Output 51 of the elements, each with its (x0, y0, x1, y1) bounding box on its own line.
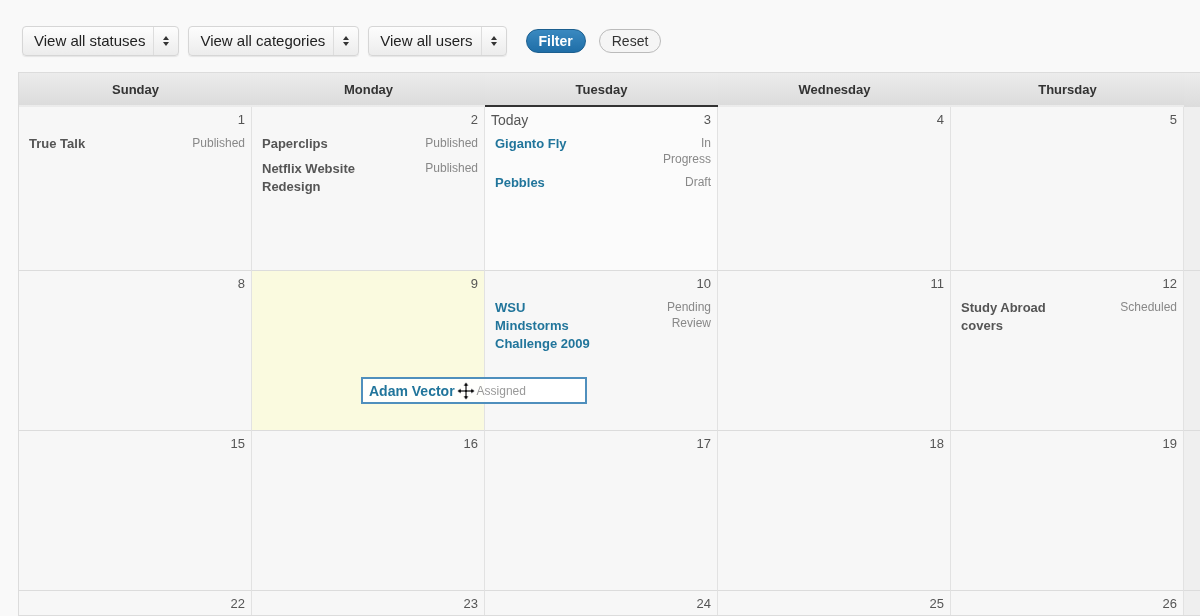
post-status: Published (425, 160, 478, 176)
filter-dropdown[interactable]: View all categories (188, 26, 360, 56)
post-status: In Progress (661, 135, 711, 167)
updown-arrows-icon (342, 35, 351, 47)
day-number: 8 (237, 276, 245, 292)
move-cursor-icon (455, 380, 476, 401)
reset-button[interactable]: Reset (598, 29, 662, 53)
post-title[interactable]: WSU Mindstorms Challenge 2009 (495, 299, 599, 353)
weekday-header: Tuesday (485, 73, 718, 107)
day-number: 16 (463, 436, 478, 452)
day-number: 19 (1162, 436, 1177, 452)
day-number: 25 (929, 596, 944, 612)
dragged-post[interactable]: Adam Vector Assigned (361, 377, 587, 404)
weekday-header (1184, 73, 1200, 107)
updown-arrows-icon (489, 35, 498, 47)
filter-button[interactable]: Filter (525, 29, 586, 53)
updown-arrows-icon (162, 35, 171, 47)
post-title[interactable]: Pebbles (495, 174, 545, 192)
day-number: 9 (470, 276, 478, 292)
day-number: 4 (936, 112, 944, 128)
day-number: 10 (696, 276, 711, 292)
post-title[interactable]: Study Abroad covers (961, 299, 1065, 335)
day-number: 11 (930, 276, 944, 292)
post-status: Published (425, 135, 478, 151)
day-number: 5 (1169, 112, 1177, 128)
weekday-header: Wednesday (718, 73, 951, 107)
post-status: Pending Review (665, 299, 711, 331)
post-title[interactable]: Giganto Fly (495, 135, 567, 153)
day-number: 26 (1162, 596, 1177, 612)
weekday-header: Monday (252, 73, 485, 107)
post-title[interactable]: Paperclips (262, 135, 328, 153)
day-number: 23 (463, 596, 478, 612)
day-number: 3 (703, 112, 711, 128)
filter-dropdown[interactable]: View all users (368, 26, 507, 56)
post-status: Published (192, 135, 245, 151)
day-number: 18 (929, 436, 944, 452)
day-number: 15 (230, 436, 245, 452)
day-number: 22 (230, 596, 245, 612)
day-number: 1 (237, 112, 245, 128)
post-title[interactable]: Netflix Website Redesign (262, 160, 366, 196)
day-number: 17 (696, 436, 711, 452)
post-status: Scheduled (1120, 299, 1177, 315)
weekday-header: Thursday (951, 73, 1184, 107)
weekday-header: Sunday (19, 73, 252, 107)
post-title[interactable]: True Talk (29, 135, 86, 153)
day-number: 12 (1162, 276, 1177, 292)
day-number: 24 (696, 596, 711, 612)
today-label: Today (491, 112, 529, 128)
day-number: 2 (470, 112, 478, 128)
filter-dropdown[interactable]: View all statuses (22, 26, 180, 56)
post-status: Draft (685, 174, 711, 190)
